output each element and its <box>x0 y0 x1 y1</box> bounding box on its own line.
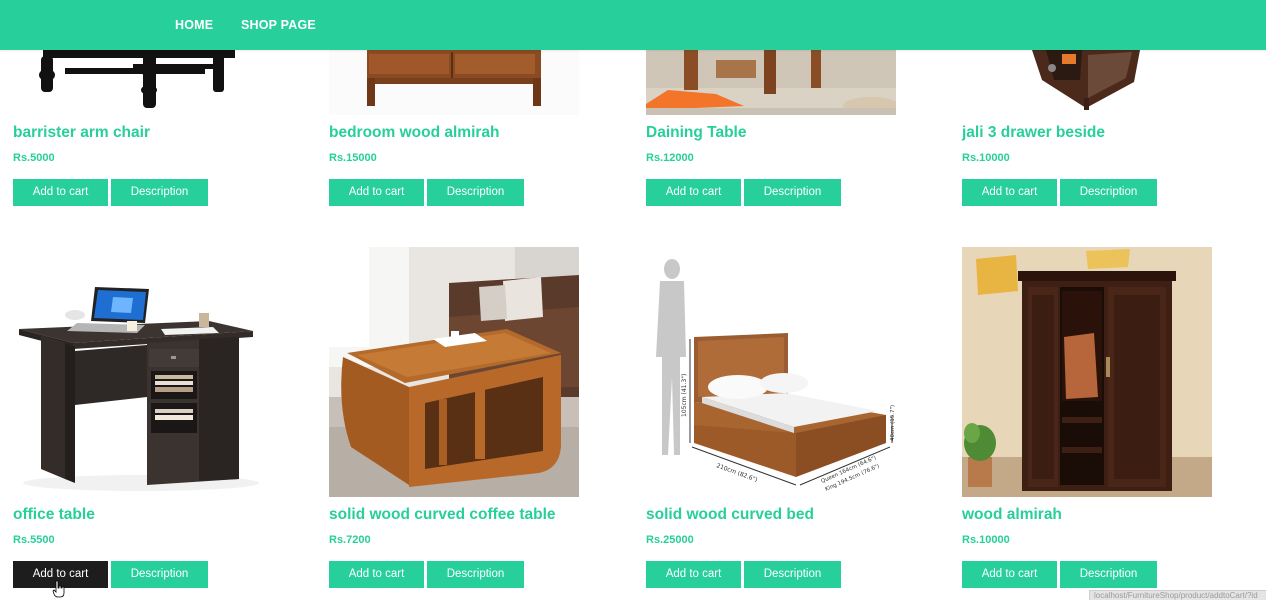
product-title[interactable]: wood almirah <box>962 506 1062 524</box>
product-title[interactable]: solid wood curved coffee table <box>329 506 556 524</box>
product-image-office-table[interactable] <box>13 247 263 497</box>
description-button[interactable]: Description <box>427 179 524 206</box>
product-title[interactable]: solid wood curved bed <box>646 506 814 524</box>
description-button[interactable]: Description <box>427 561 524 588</box>
add-to-cart-button[interactable]: Add to cart <box>646 179 741 206</box>
product-title[interactable]: Daining Table <box>646 124 746 142</box>
hand-cursor-icon <box>52 580 66 598</box>
product-title[interactable]: office table <box>13 506 95 524</box>
product-title[interactable]: barrister arm chair <box>13 124 150 142</box>
product-price: Rs.10000 <box>962 534 1010 546</box>
product-title[interactable]: bedroom wood almirah <box>329 124 500 142</box>
add-to-cart-button[interactable]: Add to cart <box>329 179 424 206</box>
product-price: Rs.12000 <box>646 152 694 164</box>
product-image-bedroom-wood-almirah[interactable] <box>329 50 579 115</box>
status-bar-url: localhost/FurnitureShop/product/addtoCar… <box>1089 590 1266 600</box>
product-price: Rs.5500 <box>13 534 55 546</box>
description-button[interactable]: Description <box>1060 179 1157 206</box>
description-button[interactable]: Description <box>111 561 208 588</box>
add-to-cart-button[interactable]: Add to cart <box>962 179 1057 206</box>
bed-height-label: 105cm (41.3") <box>681 374 688 417</box>
product-image-barrister-arm-chair[interactable] <box>13 50 263 115</box>
product-image-solid-wood-curved-coffee-table[interactable] <box>329 247 579 497</box>
add-to-cart-button[interactable]: Add to cart <box>13 179 108 206</box>
product-price: Rs.25000 <box>646 534 694 546</box>
product-price: Rs.10000 <box>962 152 1010 164</box>
add-to-cart-button[interactable]: Add to cart <box>962 561 1057 588</box>
product-title[interactable]: jali 3 drawer beside <box>962 124 1105 142</box>
description-button[interactable]: Description <box>744 179 841 206</box>
product-image-wood-almirah[interactable] <box>962 247 1212 497</box>
product-price: Rs.5000 <box>13 152 55 164</box>
product-price: Rs.7200 <box>329 534 371 546</box>
add-to-cart-button[interactable]: Add to cart <box>646 561 741 588</box>
description-button[interactable]: Description <box>111 179 208 206</box>
nav-home-link[interactable]: HOME <box>175 0 213 50</box>
product-price: Rs.15000 <box>329 152 377 164</box>
add-to-cart-button[interactable]: Add to cart <box>329 561 424 588</box>
product-image-daining-table[interactable] <box>646 50 896 115</box>
description-button[interactable]: Description <box>744 561 841 588</box>
top-nav: HOME SHOP PAGE <box>0 0 1266 50</box>
description-button[interactable]: Description <box>1060 561 1157 588</box>
product-image-solid-wood-curved-bed[interactable]: 105cm (41.3") 210cm (82.6") Queen 164cm … <box>646 247 896 497</box>
product-image-jali-3-drawer-beside[interactable] <box>962 50 1212 115</box>
bed-side-height-label: 40cm (15.7") <box>890 405 896 441</box>
nav-shop-link[interactable]: SHOP PAGE <box>241 0 316 50</box>
